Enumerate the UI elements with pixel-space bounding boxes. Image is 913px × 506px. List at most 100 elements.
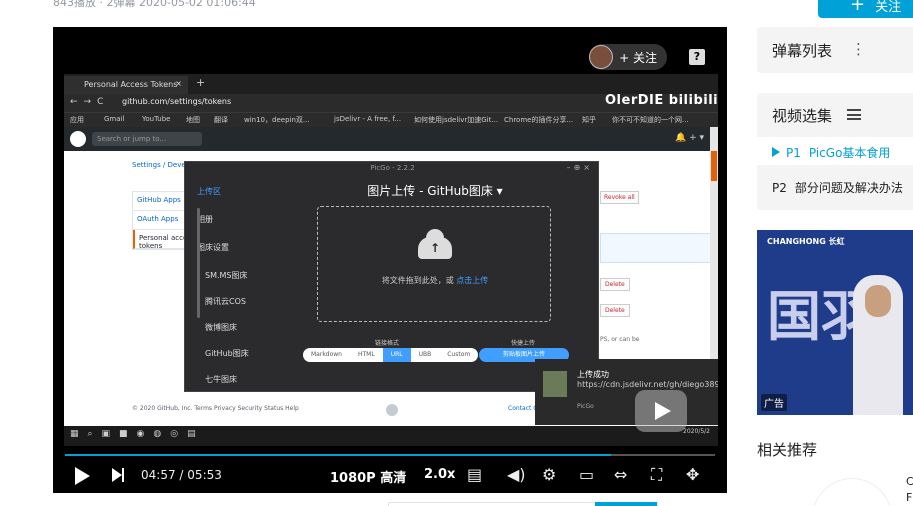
token-note: PS, or can be: [600, 336, 640, 343]
episode-title: 部分问题及解决办法: [794, 181, 903, 195]
next-icon[interactable]: [112, 468, 124, 482]
bookmark: Gmail: [104, 115, 125, 123]
browser-url: github.com/settings/tokens: [122, 97, 232, 106]
link-format-group: Markdown HTML URL UBB Custom: [303, 348, 479, 362]
format-url: URL: [382, 348, 411, 362]
window-controls-icon: –⊕×: [566, 163, 593, 172]
video-player[interactable]: + 关注 ? Personal Access Tokens × + ←→C gi…: [53, 27, 727, 493]
picgo-scrollbar: [197, 208, 200, 318]
bookmark: jsDelivr - A free, f...: [334, 115, 402, 123]
danmaku-toggle-icon[interactable]: ▤: [467, 465, 482, 484]
browser-tab-strip: Personal Access Tokens × +: [64, 74, 718, 94]
bookmarks-bar: 应用 Gmail YouTube 地图 翻译 win10，deepin双... …: [64, 112, 718, 127]
toast-app: PicGo: [577, 403, 594, 410]
quick-upload-label: 快捷上传: [511, 340, 536, 347]
picgo-nav-cos: 腾讯云COS: [205, 297, 246, 306]
more-icon[interactable]: ⋮: [851, 40, 866, 58]
upload-dropzone: ↑ 将文件拖到此处，或 点击上传: [317, 206, 551, 322]
web-fullscreen-icon[interactable]: ⛶: [651, 465, 662, 485]
ad-person-image: [853, 275, 903, 415]
recommend-snippet: C F: [906, 475, 913, 504]
list-icon[interactable]: [847, 109, 861, 120]
widescreen-icon[interactable]: ⇔: [614, 465, 627, 484]
progress-bar[interactable]: [65, 454, 715, 456]
video-stats: 843播放 · 2弹幕 2020-05-02 01:06:44: [53, 0, 256, 9]
bookmark: Chrome的插件分享...: [504, 116, 574, 124]
progress-fill: [65, 454, 611, 456]
revoke-all-button: Revoke all: [600, 191, 639, 204]
danmaku-input-bar[interactable]: [388, 502, 658, 506]
taskbar-clock: 2020/5/2: [683, 428, 710, 435]
speed-button[interactable]: 2.0x: [424, 467, 455, 482]
episode-number: P2: [772, 181, 787, 195]
volume-icon[interactable]: ◀): [507, 465, 526, 484]
pip-icon[interactable]: ▭: [579, 465, 594, 484]
danmaku-list-title: 弹幕列表: [772, 42, 833, 60]
windows-taskbar: ▦⌕▣■◉◍◎▤ 2020/5/2: [64, 426, 718, 446]
playing-icon: [772, 147, 780, 157]
avatar: [589, 45, 614, 69]
follow-label: 关注: [875, 0, 902, 15]
upload-arrow-icon: ↑: [430, 241, 441, 255]
toast-body: https://cdn.jsdelivr.net/gh/diego3893/im…: [577, 380, 718, 389]
github-header: Search or jump to... 🔔 + ▾: [64, 127, 718, 151]
episode-number: P1: [786, 146, 801, 160]
picgo-nav-weibo: 微博图床: [205, 323, 237, 332]
time-display: 04:57 / 05:53: [141, 468, 222, 482]
token-notice: [600, 233, 714, 263]
time-separator: /: [179, 468, 184, 482]
github-footer-links: © 2020 GitHub, Inc. Terms Privacy Securi…: [132, 405, 299, 412]
center-play-icon[interactable]: [635, 390, 687, 432]
bookmark: 翻译: [214, 116, 228, 124]
picgo-sidebar: 上传区 相册 图床设置 SM.MS图床 腾讯云COS 微博图床 GitHub图床…: [185, 174, 275, 393]
delete-button: Delete: [600, 278, 630, 291]
uploader-follow-label: + 关注: [619, 50, 657, 65]
nav-arrows-icon: ←→C: [70, 97, 110, 107]
episode-title: PicGo基本食用: [808, 146, 891, 160]
video-page: 843播放 · 2弹幕 2020-05-02 01:06:44 + 关注 + 关…: [0, 0, 913, 506]
follow-button[interactable]: + 关注: [818, 0, 913, 18]
bookmark: 地图: [186, 116, 200, 124]
toast-title: 上传成功: [577, 370, 609, 379]
github-header-actions: 🔔 + ▾: [675, 133, 704, 143]
recommend-title: 相关推荐: [757, 441, 818, 459]
dropzone-label: 将文件拖到此处，或: [381, 276, 457, 285]
bookmark: 应用: [70, 116, 84, 124]
time-total: 05:53: [187, 468, 222, 482]
ad-badge: 广告: [761, 394, 787, 411]
ad-brand: CHANGHONG 长虹: [767, 237, 845, 246]
dropzone-text: 将文件拖到此处，或 点击上传: [318, 275, 552, 286]
recommend-thumbnail[interactable]: [812, 478, 892, 506]
picgo-nav-smms: SM.MS图床: [205, 271, 248, 280]
picgo-nav-qiniu: 七牛图床: [205, 375, 237, 384]
ad-banner[interactable]: CHANGHONG 长虹 国羽 广告: [757, 230, 913, 415]
delete-button: Delete: [600, 304, 630, 317]
format-markdown: Markdown: [311, 351, 342, 358]
github-logo-icon: [70, 131, 86, 147]
episode-item[interactable]: P1 PicGo基本食用: [757, 137, 913, 165]
settings-icon[interactable]: ⚙: [542, 465, 556, 484]
github-footer-logo-icon: [386, 404, 398, 416]
upload-success-toast: 上传成功 https://cdn.jsdelivr.net/gh/diego38…: [535, 359, 718, 425]
fullscreen-icon[interactable]: ✥: [686, 465, 699, 484]
plus-icon: +: [850, 0, 866, 15]
close-icon: ×: [175, 79, 182, 88]
episode-panel-title: 视频选集: [772, 107, 833, 125]
github-search: Search or jump to...: [92, 132, 202, 146]
help-icon[interactable]: ?: [689, 49, 705, 65]
click-upload-link: 点击上传: [456, 276, 489, 285]
format-ubb: UBB: [418, 351, 432, 358]
uploader-follow-chip[interactable]: + 关注: [589, 44, 667, 70]
picgo-title: PicGo - 2.2.2: [370, 164, 415, 172]
quality-button[interactable]: 1080P 高清: [330, 467, 406, 486]
time-current: 04:57: [141, 468, 176, 482]
picgo-heading: 图片上传 - GitHub图床 ▾: [367, 184, 503, 198]
bookmark: 如何使用jsdelivr加速Git...: [414, 116, 499, 124]
bookmark: win10，deepin双...: [244, 116, 310, 124]
episode-item[interactable]: P2 部分问题及解决办法: [757, 172, 913, 200]
play-icon[interactable]: [75, 467, 90, 485]
player-controls: 04:57 / 05:53 1080P 高清 2.0x ▤ ◀) ⚙ ▭ ⇔ ⛶…: [53, 459, 727, 493]
watermark: OlerDIE bilibili: [605, 93, 719, 108]
danmaku-list-panel[interactable]: 弹幕列表 ⋮: [757, 27, 913, 73]
browser-tab: Personal Access Tokens ×: [64, 76, 188, 94]
